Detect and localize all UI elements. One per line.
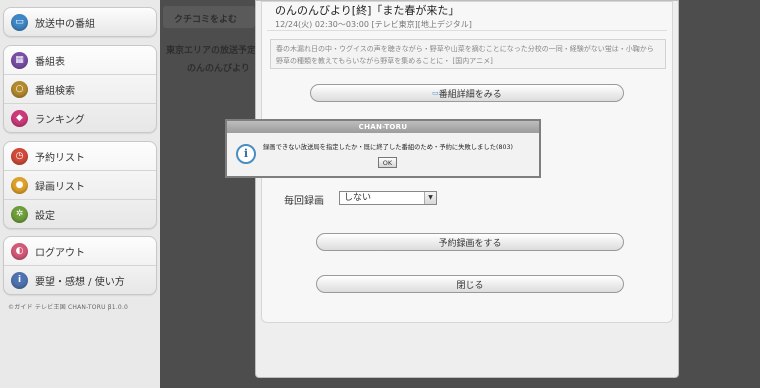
sidebar-item-label: ログアウト: [35, 247, 85, 259]
tv-icon: ▭: [11, 13, 28, 31]
info-icon: i: [11, 271, 28, 289]
error-dialog: CHAN-TORU i 録画できない放送局を指定したか・既に終了した番組のため・…: [225, 119, 541, 178]
repeat-record-label: 毎回録画: [284, 196, 324, 207]
divider: [267, 30, 667, 31]
chevron-down-icon: ▼: [424, 192, 436, 204]
nav-group-search: ▦ 番組表 ○ 番組検索 ◆ ランキング: [3, 45, 157, 133]
program-details-button[interactable]: ▭ 番組詳細をみる: [310, 84, 624, 102]
sidebar-item-live[interactable]: ▭ 放送中の番組: [4, 8, 156, 36]
repeat-record-select[interactable]: しない ▼: [339, 191, 437, 205]
sidebar-item-label: 要望・感想 / 使い方: [35, 276, 125, 288]
program-detail-panel: のんのんびより[終]「また春が来た」 12/24(火) 02:30～03:00 …: [255, 0, 679, 378]
sidebar-item-reservations[interactable]: ◷ 予約リスト: [4, 142, 156, 171]
sidebar-item-settings[interactable]: ✲ 設定: [4, 200, 156, 228]
close-button[interactable]: 閉じる: [316, 275, 624, 293]
description-line-1: 春の木漏れ日の中・ウグイスの声を聴きながら・野草や山菜を摘むことになった分校の一…: [276, 45, 654, 53]
area-schedule-heading: 東京エリアの放送予定: [166, 46, 257, 56]
program-description: 春の木漏れ日の中・ウグイスの声を聴きながら・野草や山菜を摘むことになった分校の一…: [270, 39, 666, 69]
sidebar-item-label: 予約リスト: [35, 152, 85, 164]
medal-icon: ◆: [11, 109, 28, 127]
kuchikomi-link: クチコミをよむ: [174, 15, 238, 25]
sidebar-item-label: 録画リスト: [35, 181, 85, 193]
coin-icon: ●: [11, 176, 28, 194]
sidebar-item-label: 放送中の番組: [35, 18, 95, 30]
grid-icon: ▦: [11, 51, 28, 69]
sidebar-item-label: 番組表: [35, 56, 65, 68]
dialog-title: CHAN-TORU: [227, 121, 539, 133]
sidebar-item-logout[interactable]: ◐ ログアウト: [4, 237, 156, 266]
info-icon: i: [236, 144, 256, 164]
clock-icon: ◷: [11, 147, 28, 165]
ok-button[interactable]: OK: [378, 157, 397, 168]
nav-group-records: ◷ 予約リスト ● 録画リスト ✲ 設定: [3, 141, 157, 229]
sidebar-item-label: ランキング: [35, 114, 85, 126]
program-meta: 12/24(火) 02:30～03:00 [テレビ東京][地上デジタル]: [275, 20, 472, 29]
description-line-2: 野草の種類を教えてもらいながら野草を集めることに・ [国内アニメ]: [276, 57, 493, 65]
nav-group-account: ◐ ログアウト i 要望・感想 / 使い方: [3, 236, 157, 295]
sidebar: ▭ 放送中の番組 ▦ 番組表 ○ 番組検索 ◆ ランキング ◷ 予約リスト ● …: [0, 0, 160, 388]
gear-icon: ✲: [11, 205, 28, 223]
dialog-message: 録画できない放送局を指定したか・既に終了した番組のため・予約に失敗しました(80…: [263, 144, 513, 151]
background-program: のんのんびより: [187, 64, 250, 74]
sidebar-item-label: 設定: [35, 210, 55, 222]
sidebar-item-search[interactable]: ○ 番組検索: [4, 75, 156, 104]
nav-group-live: ▭ 放送中の番組: [3, 7, 157, 37]
sidebar-item-epg[interactable]: ▦ 番組表: [4, 46, 156, 75]
tv-small-icon: ▭: [432, 89, 439, 97]
sidebar-item-ranking[interactable]: ◆ ランキング: [4, 104, 156, 132]
copyright: ©ガイド テレビ王国 CHAN-TORU β1.0.0: [8, 304, 129, 311]
reserve-record-button[interactable]: 予約録画をする: [316, 233, 624, 251]
program-title: のんのんびより[終]「また春が来た」: [275, 4, 460, 17]
sidebar-item-recordings[interactable]: ● 録画リスト: [4, 171, 156, 200]
sidebar-item-feedback[interactable]: i 要望・感想 / 使い方: [4, 266, 156, 294]
magnifier-icon: ○: [11, 80, 28, 98]
logout-icon: ◐: [11, 242, 28, 260]
sidebar-item-label: 番組検索: [35, 85, 75, 97]
